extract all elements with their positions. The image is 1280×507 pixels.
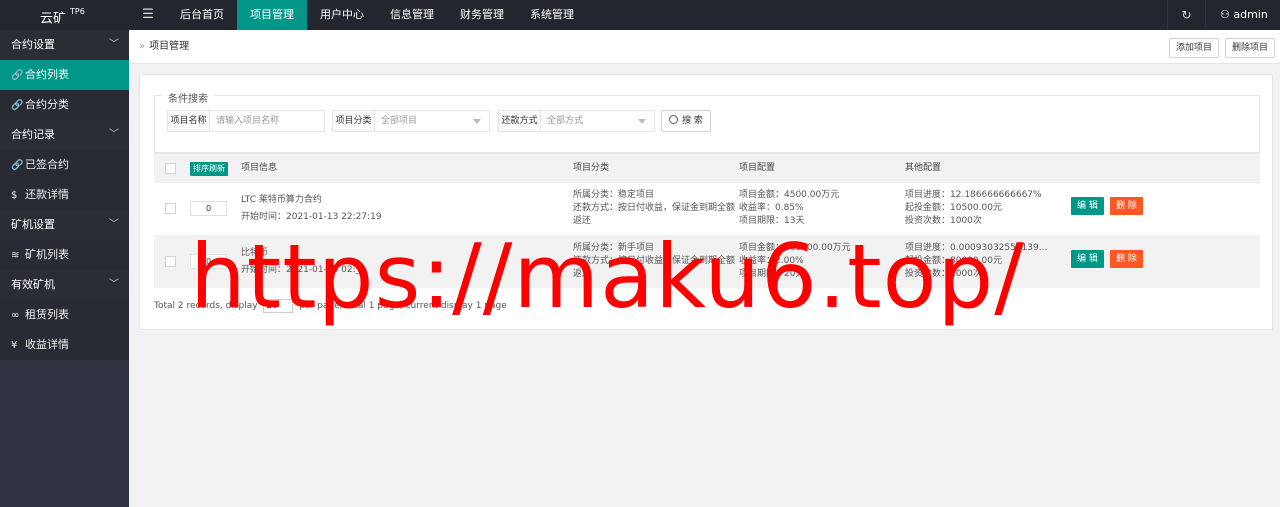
chevron-down-icon: ﹀ <box>109 129 119 140</box>
repay-filter: 还款方式 全部方式 <box>498 110 655 132</box>
dropdown-arrow-icon <box>473 119 481 124</box>
name-filter: 项目名称 请输入项目名称 <box>167 110 325 132</box>
col-project-info: 项目信息 <box>241 163 278 173</box>
chevron-down-icon: ﹀ <box>109 219 119 230</box>
search-icon <box>669 115 679 124</box>
delete-project-button[interactable]: 删除项目 <box>1224 38 1275 58</box>
yen-icon: ¥ <box>11 340 18 351</box>
top-bar: 云矿 TP6 ☰ 后台首页 项目管理 用户中心 信息管理 财务管理 系统管理 ↻ … <box>0 0 1280 30</box>
row-checkbox[interactable] <box>165 203 176 214</box>
sidebar-item-signed-contracts[interactable]: 🔗 已签合约 <box>0 150 129 180</box>
dropdown-arrow-icon <box>638 119 646 124</box>
topnav-system[interactable]: 系统管理 <box>517 0 587 30</box>
link-icon: 🔗 <box>11 70 24 81</box>
project-name-input[interactable]: 请输入项目名称 <box>210 111 324 131</box>
chevron-down-icon: ﹀ <box>109 279 119 290</box>
delete-button[interactable]: 删 除 <box>1110 250 1143 268</box>
col-project-config: 项目配置 <box>739 163 776 173</box>
search-button[interactable]: 搜 索 <box>661 110 711 132</box>
project-name: LTC 莱特币算力合约 <box>241 195 322 205</box>
sidebar-group-miner-settings[interactable]: 矿机设置 ﹀ <box>0 210 129 240</box>
sidebar-group-contract-settings[interactable]: 合约设置 ﹀ <box>0 30 129 60</box>
chevron-down-icon: ﹀ <box>109 39 119 50</box>
app-logo[interactable]: 云矿 TP6 <box>0 0 129 30</box>
project-amount: 项目金额：4500.00万元 <box>739 190 840 200</box>
repay-method: 还款方式：按日付收益，保证金到期全额 <box>573 203 736 213</box>
delete-button[interactable]: 删 除 <box>1110 197 1143 215</box>
topnav-projects[interactable]: 项目管理 <box>237 0 307 30</box>
category: 所属分类：稳定项目 <box>573 190 655 200</box>
min-investment: 起投金额：10500.00元 <box>905 203 1002 213</box>
yield-rate: 收益率：0.85% <box>739 203 804 213</box>
category-filter: 项目分类 全部项目 <box>332 110 490 132</box>
user-menu[interactable]: ⚇ admin <box>1205 0 1280 30</box>
topnav-home[interactable]: 后台首页 <box>167 0 237 30</box>
sort-refresh-button[interactable]: 排序刷新 <box>190 162 228 176</box>
topnav-info[interactable]: 信息管理 <box>377 0 447 30</box>
sidebar-group-contract-records[interactable]: 合约记录 ﹀ <box>0 120 129 150</box>
stack-icon: ≋ <box>11 250 20 261</box>
breadcrumb: » 项目管理 <box>139 41 190 52</box>
sidebar-item-rental-list[interactable]: ∞ 租赁列表 <box>0 300 129 330</box>
row-checkbox[interactable] <box>165 256 176 267</box>
sidebar-item-earnings-details[interactable]: ¥ 收益详情 <box>0 330 129 360</box>
col-other-config: 其他配置 <box>905 163 942 173</box>
breadcrumb-bar: » 项目管理 添加项目 删除项目 <box>129 30 1280 64</box>
watermark-text: https://maku6.top/ <box>190 225 1025 328</box>
link-icon: 🔗 <box>11 160 24 171</box>
edit-button[interactable]: 编 辑 <box>1071 197 1104 215</box>
sort-input[interactable]: 0 <box>190 201 227 216</box>
add-project-button[interactable]: 添加项目 <box>1168 38 1219 58</box>
topnav-users[interactable]: 用户中心 <box>307 0 377 30</box>
menu-icon[interactable]: ☰ <box>129 0 167 30</box>
sidebar-item-repayment-details[interactable]: $ 还款详情 <box>0 180 129 210</box>
search-legend: 条件搜索 <box>162 90 214 105</box>
refresh-icon[interactable]: ↻ <box>1167 0 1205 30</box>
sidebar-group-active-miners[interactable]: 有效矿机 ﹀ <box>0 270 129 300</box>
project-progress: 项目进度：12.186666666667% <box>905 190 1042 200</box>
sidebar-item-miner-list[interactable]: ≋ 矿机列表 <box>0 240 129 270</box>
col-project-category: 项目分类 <box>573 163 610 173</box>
chain-icon: ∞ <box>11 310 20 321</box>
sidebar-item-contract-list[interactable]: 🔗 合约列表 <box>0 60 129 90</box>
topnav-finance[interactable]: 财务管理 <box>447 0 517 30</box>
user-icon: ⚇ <box>1220 8 1234 21</box>
sidebar-item-contract-category[interactable]: 🔗 合约分类 <box>0 90 129 120</box>
repay-select[interactable]: 全部方式 <box>541 111 654 131</box>
top-nav: 后台首页 项目管理 用户中心 信息管理 财务管理 系统管理 <box>167 0 587 30</box>
edit-button[interactable]: 编 辑 <box>1071 250 1104 268</box>
dollar-icon: $ <box>11 190 18 201</box>
table-header: 排序刷新 项目信息 项目分类 项目配置 其他配置 <box>154 153 1260 182</box>
sidebar: 合约设置 ﹀ 🔗 合约列表 🔗 合约分类 合约记录 ﹀ 🔗 已签合约 $ 还款详情 矿机设置… <box>0 30 129 507</box>
link-icon: 🔗 <box>11 100 24 111</box>
double-chevron-icon: » <box>139 41 146 52</box>
select-all-checkbox[interactable] <box>165 163 176 174</box>
category-select[interactable]: 全部项目 <box>375 111 489 131</box>
